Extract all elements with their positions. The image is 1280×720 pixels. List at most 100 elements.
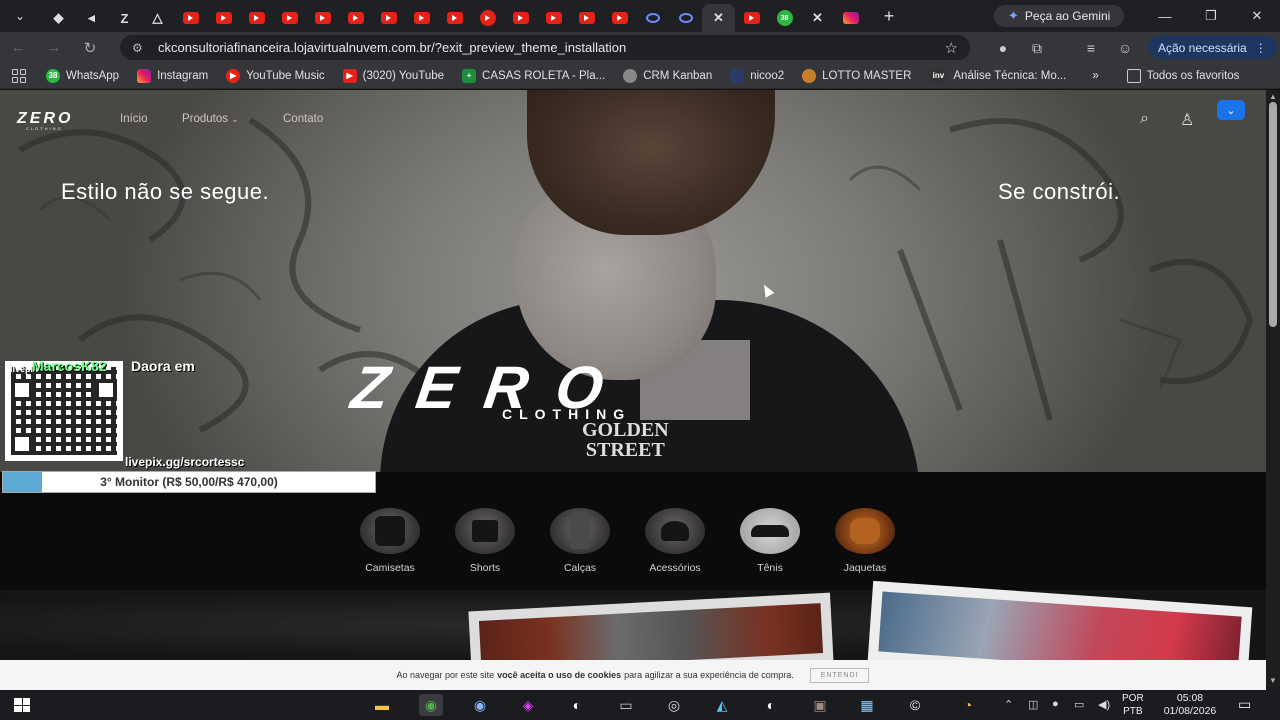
- restore-button[interactable]: ❐: [1188, 0, 1234, 32]
- tab[interactable]: ◂: [75, 4, 108, 32]
- bookmark-nicoo2[interactable]: nicoo2: [730, 68, 784, 83]
- chrome-profile-icon[interactable]: ◉: [468, 694, 492, 716]
- tab[interactable]: [603, 4, 636, 32]
- site-info-icon[interactable]: ⚙: [132, 41, 150, 55]
- tab[interactable]: [471, 4, 504, 32]
- tab[interactable]: [306, 4, 339, 32]
- tab[interactable]: [504, 4, 537, 32]
- forward-button[interactable]: →: [36, 39, 72, 56]
- tab[interactable]: ◆: [42, 4, 75, 32]
- featured-photo[interactable]: [867, 580, 1253, 660]
- bookmark-casas-roleta[interactable]: + CASAS ROLETA - Pla...: [462, 68, 605, 83]
- tab[interactable]: [405, 4, 438, 32]
- action-required-button[interactable]: Ação necessária ⋮: [1148, 36, 1277, 59]
- close-icon[interactable]: ✕: [711, 10, 727, 25]
- hero-tagline-right: Se constrói.: [998, 179, 1121, 204]
- tab[interactable]: [438, 4, 471, 32]
- nav-link-contato[interactable]: Contato: [283, 113, 323, 125]
- tab[interactable]: [735, 4, 768, 32]
- tab[interactable]: [537, 4, 570, 32]
- chrome-icon[interactable]: ◉: [419, 694, 443, 716]
- bookmark-youtube[interactable]: ▶ (3020) YouTube: [342, 68, 444, 83]
- bookmark-whatsapp[interactable]: 38 WhatsApp: [46, 68, 119, 83]
- tab[interactable]: [174, 4, 207, 32]
- app-icon[interactable]: ©: [903, 694, 927, 716]
- bookmark-youtube-music[interactable]: ▶ YouTube Music: [226, 68, 325, 83]
- obs-icon[interactable]: ◐: [565, 694, 589, 716]
- category-tenis[interactable]: Tênis: [725, 508, 815, 574]
- app-icon[interactable]: ◈: [516, 694, 540, 716]
- tray-app-icon[interactable]: ◫: [1028, 698, 1038, 711]
- cookie-accept-button[interactable]: ENTENDI: [809, 667, 870, 683]
- tab[interactable]: [372, 4, 405, 32]
- tab[interactable]: △: [141, 4, 174, 32]
- user-account-icon[interactable]: ♙: [1180, 110, 1194, 130]
- minimize-button[interactable]: —: [1142, 0, 1188, 32]
- tab[interactable]: ✕: [801, 4, 834, 32]
- tab[interactable]: [636, 4, 669, 32]
- bookmark-analise-tecnica[interactable]: inv Análise Técnica: Mo...: [929, 68, 1066, 83]
- crm-icon: [623, 68, 638, 83]
- category-calcas[interactable]: Calças: [535, 508, 625, 574]
- scroll-up-arrow-icon[interactable]: ▲: [1269, 92, 1277, 101]
- tab[interactable]: [834, 4, 867, 32]
- category-shorts[interactable]: Shorts: [440, 508, 530, 574]
- all-bookmarks[interactable]: Todos os favoritos: [1126, 68, 1239, 83]
- windows-start-icon[interactable]: [14, 698, 30, 712]
- system-clock[interactable]: 05:08 01/08/2026: [1158, 692, 1222, 718]
- nav-link-produtos[interactable]: Produtos ⌄: [182, 113, 239, 125]
- app-icon[interactable]: ▣: [808, 694, 832, 716]
- tab[interactable]: [669, 4, 702, 32]
- featured-photo[interactable]: [468, 592, 834, 660]
- network-icon[interactable]: ▭: [1074, 698, 1084, 711]
- notification-icon[interactable]: ▭: [1238, 696, 1251, 713]
- apps-grid-icon[interactable]: [12, 68, 26, 83]
- tab[interactable]: [339, 4, 372, 32]
- chevron-down-icon[interactable]: ⌄: [1217, 100, 1245, 120]
- address-bar[interactable]: ⚙ ckconsultoriafinanceira.lojavirtualnuv…: [120, 35, 970, 60]
- file-explorer-icon[interactable]: ▬: [370, 694, 394, 716]
- page-scrollbar[interactable]: ▲ ▼: [1266, 90, 1280, 690]
- language-indicator[interactable]: POR PTB: [1122, 692, 1144, 718]
- gemini-button[interactable]: ✦ Peça ao Gemini: [994, 5, 1125, 27]
- media-control-icon[interactable]: ≡: [1080, 38, 1102, 58]
- weather-icon[interactable]: ◔: [956, 694, 980, 716]
- extension-icon[interactable]: ●: [992, 38, 1014, 58]
- tab[interactable]: 38: [768, 4, 801, 32]
- tab-search-chevron-icon[interactable]: ⌄: [8, 4, 32, 28]
- calculator-icon[interactable]: ▦: [855, 694, 879, 716]
- app-icon[interactable]: ◭: [710, 694, 734, 716]
- tab[interactable]: Z: [108, 4, 141, 32]
- bookmarks-overflow-button[interactable]: »: [1092, 70, 1098, 82]
- close-window-button[interactable]: ✕: [1234, 0, 1280, 32]
- tab[interactable]: [273, 4, 306, 32]
- new-tab-button[interactable]: +: [875, 6, 903, 27]
- tab[interactable]: [207, 4, 240, 32]
- tray-chevron-up-icon[interactable]: ⌃: [1004, 698, 1013, 711]
- tab[interactable]: [240, 4, 273, 32]
- bookmark-instagram[interactable]: Instagram: [137, 68, 208, 83]
- app-icon[interactable]: ▭: [614, 694, 638, 716]
- category-camisetas[interactable]: Camisetas: [345, 508, 435, 574]
- scroll-thumb[interactable]: [1269, 102, 1277, 327]
- tray-mic-icon[interactable]: ●: [1052, 698, 1059, 710]
- obs-icon[interactable]: ◐: [759, 694, 783, 716]
- tab-active[interactable]: ✕: [702, 4, 735, 32]
- volume-icon[interactable]: ◀): [1098, 698, 1110, 711]
- tab[interactable]: [570, 4, 603, 32]
- scroll-down-arrow-icon[interactable]: ▼: [1269, 676, 1277, 685]
- category-acessorios[interactable]: Acessórios: [630, 508, 720, 574]
- back-button[interactable]: ←: [0, 39, 36, 56]
- category-jaquetas[interactable]: Jaquetas: [820, 508, 910, 574]
- bookmark-crm-kanban[interactable]: CRM Kanban: [623, 68, 712, 83]
- reload-button[interactable]: ↻: [72, 39, 108, 57]
- search-icon[interactable]: ⌕: [1140, 110, 1149, 128]
- profile-avatar[interactable]: ☺: [1114, 38, 1136, 58]
- youtube-icon: [413, 12, 430, 24]
- donation-goal-bar: 3° Monitor (R$ 50,00/R$ 470,00): [2, 471, 376, 493]
- extensions-puzzle-icon[interactable]: ⧉: [1026, 38, 1048, 58]
- nav-link-inicio[interactable]: Início: [120, 113, 148, 125]
- bookmark-star-icon[interactable]: ☆: [945, 39, 958, 57]
- app-icon[interactable]: ◎: [662, 694, 686, 716]
- bookmark-lotto-master[interactable]: LOTTO MASTER: [802, 68, 911, 83]
